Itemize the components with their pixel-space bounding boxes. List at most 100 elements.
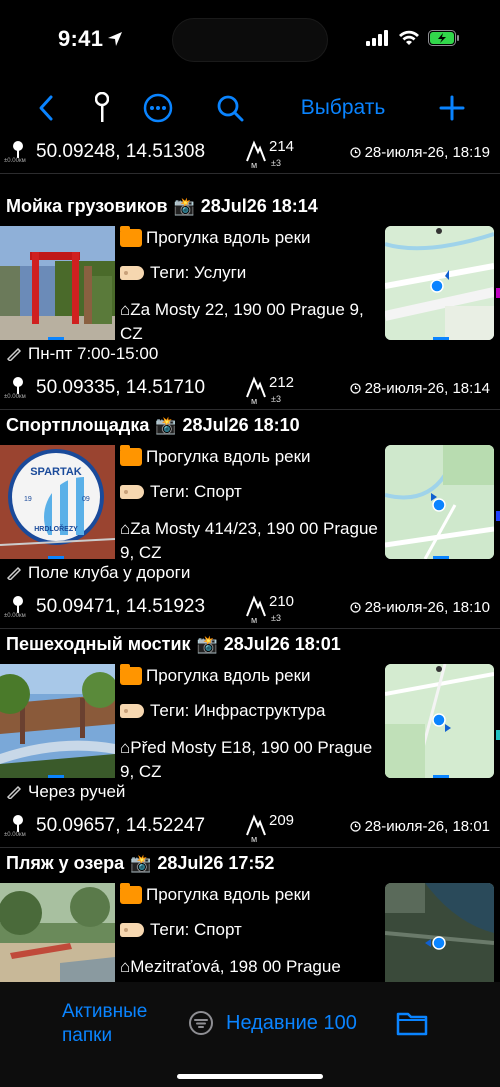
pencil-icon xyxy=(6,785,22,799)
title-text: Пешеходный мостик xyxy=(6,634,191,654)
camera-flash-icon: 📸 xyxy=(196,634,218,654)
item-photo[interactable] xyxy=(0,883,115,982)
spartak-logo-photo: SPARTAK HRDLOŘEZY 19 09 xyxy=(0,445,115,559)
battery-charging-icon xyxy=(428,30,459,46)
logo-top-text: SPARTAK xyxy=(30,466,82,478)
active-folders-button[interactable]: Активные папки xyxy=(62,1000,147,1048)
list-item[interactable]: Мойка грузовиков 📸 28Jul26 18:14 Прогулк… xyxy=(0,192,500,410)
search-button[interactable] xyxy=(214,90,246,126)
clock-icon xyxy=(349,602,361,613)
tag-icon xyxy=(120,485,144,499)
dynamic-island xyxy=(172,18,328,62)
tags-row: Теги: Спорт xyxy=(120,482,242,502)
list-item[interactable]: Пешеходный мостик 📸 28Jul26 18:01 Прогул… xyxy=(0,630,500,848)
altitude-accuracy: ±3 xyxy=(271,394,281,404)
map-indicator xyxy=(433,337,449,340)
title-timestamp: 28Jul26 18:14 xyxy=(200,196,318,216)
accuracy-scale: ±0.00км xyxy=(4,613,26,619)
location-pin-icon xyxy=(13,596,23,613)
folder-icon xyxy=(120,664,142,685)
list-item[interactable]: Пляж у озера 📸 28Jul26 17:52 Прогулка вд… xyxy=(0,849,500,982)
coordinates: 50.09471, 14.51923 xyxy=(36,596,206,617)
altitude-icon xyxy=(246,595,266,617)
tag-icon xyxy=(120,704,144,718)
title-timestamp: 28Jul26 18:10 xyxy=(182,415,300,435)
active-folders-line1: Активные xyxy=(62,1001,148,1022)
status-time: 9:41 xyxy=(58,26,123,52)
tags-row: Теги: Услуги xyxy=(120,263,246,283)
title-text: Мойка грузовиков xyxy=(6,196,168,216)
altitude-icon xyxy=(246,140,266,162)
altitude: 210 xyxy=(269,593,295,610)
logo-bottom-text: HRDLOŘEZY xyxy=(34,524,78,533)
date: 28-июля-26, 18:01 xyxy=(349,818,490,835)
pushpin-icon xyxy=(95,92,109,122)
date-text: 28-июля-26, 18:10 xyxy=(364,599,490,616)
tags-row: Теги: Инфраструктура xyxy=(120,701,325,721)
pin-button[interactable] xyxy=(90,90,114,126)
map-thumbnail[interactable] xyxy=(385,226,494,340)
map-thumbnail[interactable] xyxy=(385,664,494,778)
list-item-partial[interactable]: ±0.00км 50.09248, 14.51308 214 м ±3 28-и… xyxy=(0,136,500,174)
altitude: 209 xyxy=(269,812,295,829)
date-text: 28-июля-26, 18:14 xyxy=(364,380,490,397)
tag-icon xyxy=(120,266,144,280)
map-indicator xyxy=(433,775,449,778)
location-pin-icon xyxy=(13,141,23,158)
recent-filter-button[interactable]: Недавние 100 xyxy=(188,1010,357,1036)
accuracy-scale: ±0.00км xyxy=(4,394,26,400)
select-button[interactable]: Выбрать xyxy=(298,90,388,126)
navigation-toolbar: Выбрать xyxy=(0,80,500,136)
altitude: 212 xyxy=(269,374,295,391)
divider xyxy=(0,847,500,848)
item-title: Пешеходный мостик 📸 28Jul26 18:01 xyxy=(6,634,341,655)
photo-indicator xyxy=(48,337,64,340)
truck-wash-photo xyxy=(0,226,115,340)
camera-flash-icon: 📸 xyxy=(155,415,177,435)
altitude-unit: м xyxy=(251,396,258,406)
altitude-unit: м xyxy=(251,834,258,844)
title-timestamp: 28Jul26 17:52 xyxy=(157,853,275,873)
tags-text: Теги: Услуги xyxy=(150,263,247,282)
map-thumbnail[interactable] xyxy=(385,883,494,982)
folder-icon xyxy=(120,883,142,904)
date-text: 28-июля-26, 18:19 xyxy=(364,144,490,161)
item-photo[interactable] xyxy=(0,664,115,778)
item-title: Спортплощадка 📸 28Jul26 18:10 xyxy=(6,415,300,436)
clock-icon xyxy=(349,383,361,394)
map-thumbnail[interactable] xyxy=(385,445,494,559)
wifi-icon xyxy=(399,30,419,45)
chevron-left-icon xyxy=(39,95,53,121)
tags-text: Теги: Инфраструктура xyxy=(150,701,326,720)
photo-indicator xyxy=(48,556,64,559)
map-indicator xyxy=(433,556,449,559)
altitude-accuracy: ±3 xyxy=(271,613,281,623)
more-button[interactable] xyxy=(142,90,174,126)
coordinates: 50.09657, 14.52247 xyxy=(36,815,206,836)
ellipsis-circle-icon xyxy=(143,93,173,123)
folder-row: Прогулка вдоль реки xyxy=(120,226,311,248)
folder-name: Прогулка вдоль реки xyxy=(146,447,311,466)
altitude-icon xyxy=(246,814,266,836)
item-photo[interactable]: SPARTAK HRDLOŘEZY 19 09 xyxy=(0,445,115,559)
add-button[interactable] xyxy=(438,90,466,126)
item-photo[interactable] xyxy=(0,226,115,340)
altitude: 214 xyxy=(269,138,295,155)
map-image xyxy=(385,226,494,340)
altitude-unit: м xyxy=(251,615,258,625)
active-folders-line2: папки xyxy=(62,1025,113,1046)
coordinate-row: ±0.00км 50.09657, 14.52247 209 м 28-июля… xyxy=(0,810,500,846)
folder-row: Прогулка вдоль реки xyxy=(120,664,311,686)
coordinates: 50.09248, 14.51308 xyxy=(36,141,206,162)
date: 28-июля-26, 18:10 xyxy=(349,599,490,616)
tag-icon xyxy=(120,923,144,937)
cellular-signal-icon xyxy=(366,30,388,46)
accuracy-scale: ±0.00км xyxy=(4,832,26,838)
back-button[interactable] xyxy=(34,90,58,126)
folder-button[interactable] xyxy=(396,1010,428,1041)
folder-row: Прогулка вдоль реки xyxy=(120,445,311,467)
location-arrow-icon xyxy=(108,32,123,46)
list-item[interactable]: Спортплощадка 📸 28Jul26 18:10 SPARTAK HR… xyxy=(0,411,500,629)
places-list[interactable]: ±0.00км 50.09248, 14.51308 214 м ±3 28-и… xyxy=(0,136,500,982)
edge-marker xyxy=(496,730,500,740)
